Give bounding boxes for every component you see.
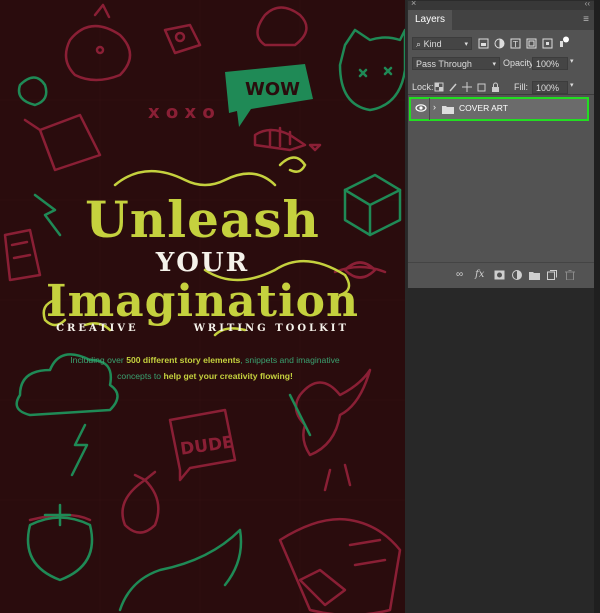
pixel-filter-icon[interactable]: [478, 38, 489, 49]
blurb-text-1: Including over: [70, 355, 127, 365]
expand-group-icon[interactable]: ›: [433, 102, 436, 112]
wow-text: WOW: [245, 79, 300, 100]
folder-icon: [442, 106, 454, 114]
blend-mode-value: Pass Through: [416, 59, 472, 69]
eye-icon[interactable]: [415, 103, 427, 113]
panel-dock-edge: [594, 0, 600, 613]
lock-label: Lock:: [412, 82, 434, 92]
lock-artboard-icon[interactable]: [476, 82, 487, 93]
layer-name: COVER ART: [459, 103, 508, 113]
opacity-field[interactable]: 100%: [532, 57, 568, 70]
panel-tabbar: Layers ≡: [408, 10, 594, 30]
title-your: YOUR: [155, 248, 250, 278]
panel-header-strip: × ‹‹: [408, 0, 594, 10]
lock-position-move-icon[interactable]: [462, 82, 473, 93]
adjustment-filter-icon[interactable]: [494, 38, 505, 49]
close-icon[interactable]: ×: [411, 0, 416, 8]
search-icon: ⌕: [416, 39, 422, 49]
opacity-value: 100%: [536, 59, 560, 69]
delete-layer-icon[interactable]: [565, 270, 575, 280]
fill-dropdown-icon[interactable]: ▾: [570, 81, 574, 89]
filter-kind-select[interactable]: ⌕ Kind ▾: [412, 37, 472, 50]
fx-icon[interactable]: fx: [475, 269, 484, 280]
layer-row-cover-art[interactable]: › COVER ART: [409, 97, 589, 121]
collapse-icon[interactable]: ‹‹: [585, 0, 590, 8]
subtitle-left: CREATIVE: [56, 323, 139, 334]
dude-text: DUDE: [179, 432, 235, 459]
blend-mode-select[interactable]: Pass Through ▾: [412, 57, 500, 70]
visibility-divider: [429, 98, 430, 120]
blurb-bold-1: 500 different story elements: [126, 355, 241, 365]
filter-toggle-icon[interactable]: [558, 36, 569, 47]
add-mask-icon[interactable]: [494, 270, 505, 280]
shape-filter-icon[interactable]: [526, 38, 537, 49]
opacity-dropdown-icon[interactable]: ▾: [570, 57, 574, 65]
chevron-down-icon: ▾: [464, 41, 468, 48]
adjustment-layer-icon[interactable]: [512, 270, 522, 280]
new-layer-icon[interactable]: [547, 270, 557, 280]
type-filter-icon[interactable]: T: [510, 38, 521, 49]
new-group-icon[interactable]: [529, 270, 540, 280]
chevron-down-icon: ▾: [492, 61, 496, 68]
fill-field[interactable]: 100%: [532, 81, 568, 94]
filter-kind-label: Kind: [423, 39, 442, 49]
link-layers-icon[interactable]: ∞: [456, 269, 463, 280]
lock-all-icon[interactable]: [490, 82, 501, 93]
title-imagination: Imagination: [45, 276, 359, 327]
xoxo-doodle: x o x o: [148, 102, 215, 123]
fill-value: 100%: [536, 83, 560, 93]
layers-bottom-toolbar: ∞ fx: [408, 262, 594, 288]
blend-row: Pass Through ▾ Opacity: 100% ▾: [408, 54, 594, 75]
panel-menu-icon[interactable]: ≡: [583, 14, 589, 25]
smart-object-filter-icon[interactable]: [542, 38, 553, 49]
lock-transparent-icon[interactable]: [434, 82, 445, 93]
lock-image-brush-icon[interactable]: [448, 82, 459, 93]
svg-text:T: T: [512, 40, 518, 49]
filter-row: ⌕ Kind ▾ T: [408, 33, 594, 54]
document-canvas[interactable]: x o x o WOW DUDE Unleash YOUR Imaginatio…: [0, 0, 405, 613]
cover-blurb: Including over 500 different story eleme…: [70, 352, 340, 384]
title-unleash: Unleash: [85, 190, 320, 249]
layers-list: › COVER ART: [408, 94, 594, 261]
subtitle-right: WRITING TOOLKIT: [193, 323, 349, 334]
fill-label: Fill:: [514, 82, 528, 92]
subtitle: CREATIVE WRITING TOOLKIT: [0, 323, 405, 334]
tab-layers[interactable]: Layers: [408, 10, 453, 30]
blurb-bold-2: help get your creativity flowing!: [163, 371, 293, 381]
layers-panel: × ‹‹ Layers ≡ ⌕ Kind ▾ T Pass Through ▾ …: [407, 0, 595, 288]
